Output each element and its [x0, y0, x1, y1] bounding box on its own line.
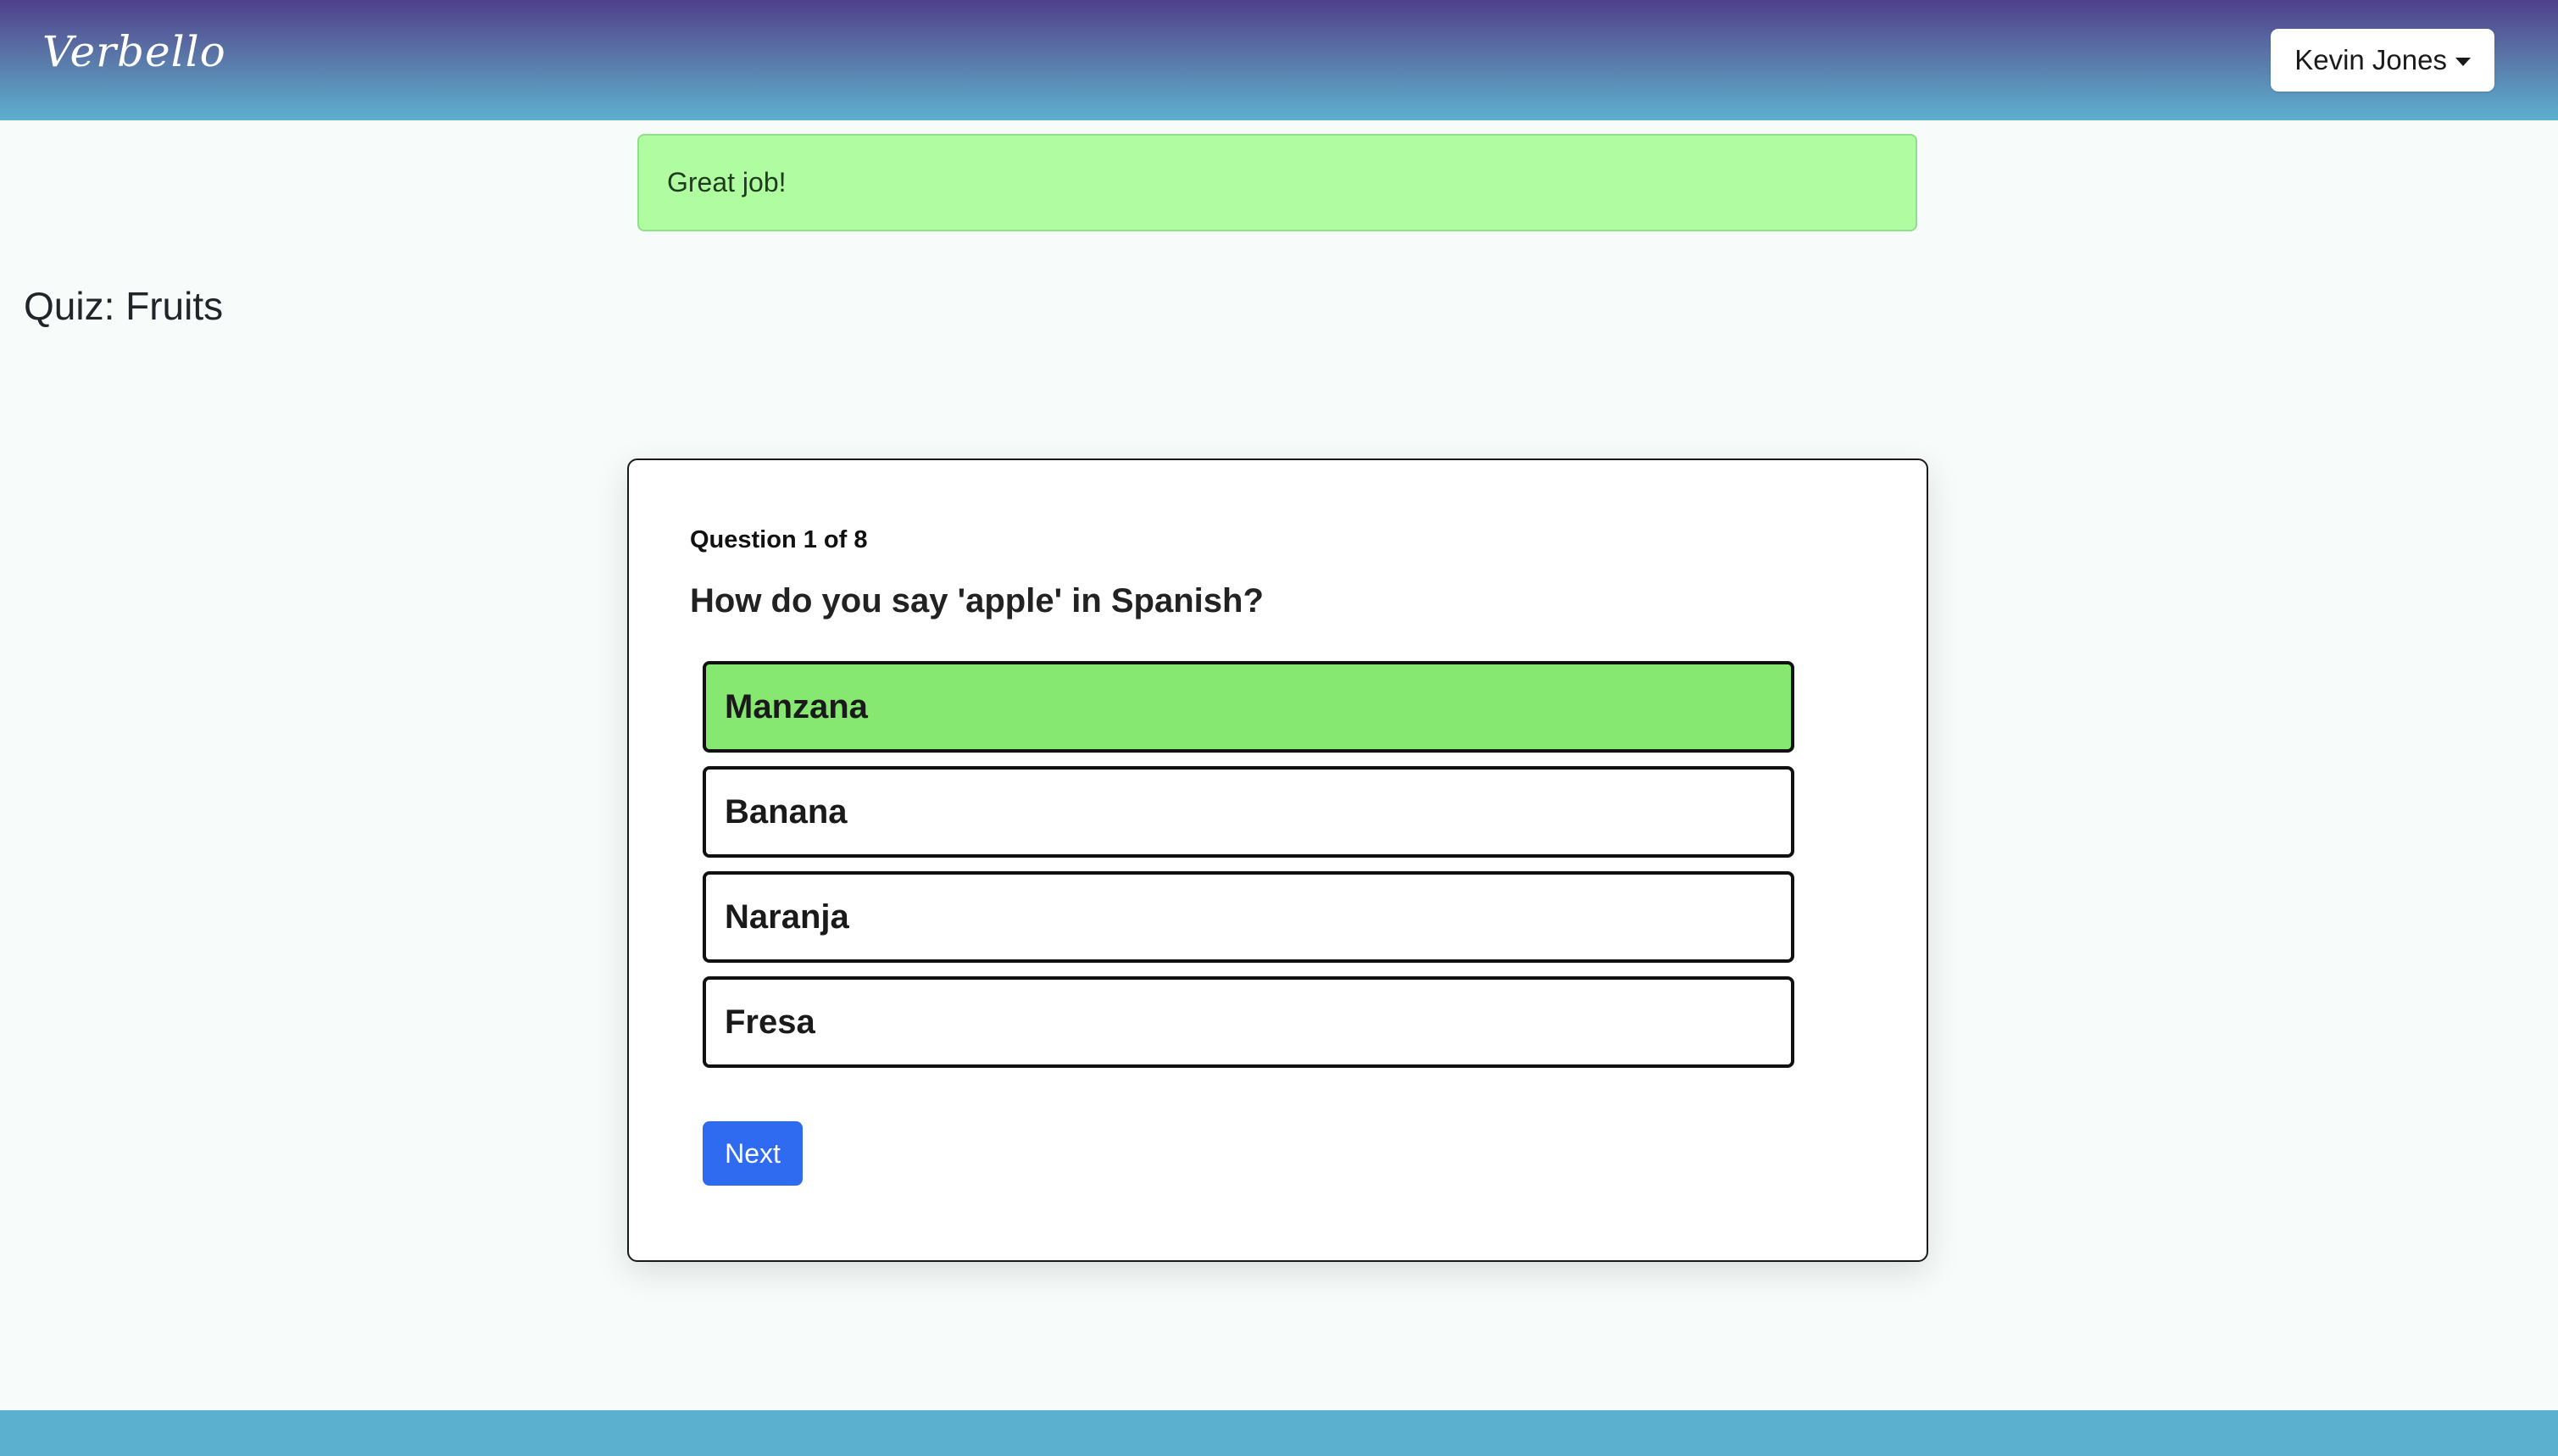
user-name-label: Kevin Jones [2294, 44, 2447, 75]
answer-option-naranja[interactable]: Naranja [703, 871, 1794, 963]
success-alert: Great job! [637, 134, 1917, 231]
answer-option-label: Banana [725, 792, 848, 831]
question-card: Question 1 of 8 How do you say 'apple' i… [627, 458, 1928, 1262]
alert-message: Great job! [667, 167, 787, 197]
answer-option-manzana[interactable]: Manzana [703, 661, 1794, 753]
question-counter: Question 1 of 8 [690, 526, 868, 553]
answer-option-label: Manzana [725, 687, 868, 725]
next-button[interactable]: Next [703, 1121, 803, 1186]
chevron-down-icon [2455, 58, 2471, 66]
answer-option-fresa[interactable]: Fresa [703, 976, 1794, 1068]
top-navbar: Verbello Kevin Jones [0, 0, 2558, 120]
footer-bar [0, 1410, 2558, 1456]
user-menu-dropdown[interactable]: Kevin Jones [2271, 29, 2494, 92]
answer-option-label: Fresa [725, 1003, 815, 1041]
answer-option-banana[interactable]: Banana [703, 766, 1794, 858]
answer-options: Manzana Banana Naranja Fresa [703, 661, 1794, 1081]
brand-logo[interactable]: Verbello [42, 27, 226, 76]
page-title: Quiz: Fruits [24, 284, 224, 328]
answer-option-label: Naranja [725, 897, 849, 936]
question-text: How do you say 'apple' in Spanish? [690, 582, 1264, 620]
